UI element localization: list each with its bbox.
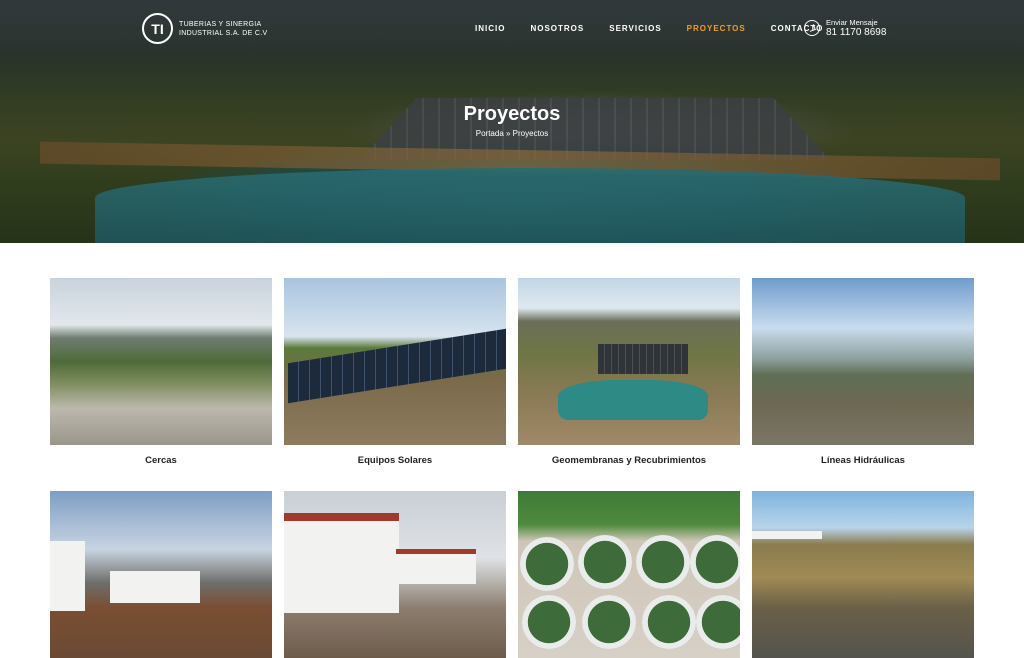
whatsapp-contact[interactable]: Enviar Mensaje 81 1170 8698	[804, 18, 886, 38]
hero-pond	[95, 168, 965, 243]
whatsapp-text: Enviar Mensaje 81 1170 8698	[826, 18, 886, 38]
project-card-geomembranas[interactable]: Geomembranas y Recubrimientos	[518, 278, 740, 466]
project-card-lineas-hidraulicas[interactable]: Líneas Hidráulicas	[752, 278, 974, 466]
tank-shape	[522, 595, 576, 649]
whatsapp-icon	[804, 20, 820, 36]
brand-name: TUBERIAS Y SINERGIA INDUSTRIAL S.A. DE C…	[179, 20, 269, 38]
house-shape	[284, 513, 399, 613]
project-image-8[interactable]	[752, 491, 974, 658]
project-card-8[interactable]	[752, 491, 974, 658]
menu-item-inicio[interactable]: INICIO	[475, 24, 505, 33]
menu-item-nosotros[interactable]: NOSOTROS	[530, 24, 584, 33]
tank-shape	[642, 595, 696, 649]
whatsapp-number: 81 1170 8698	[826, 27, 887, 38]
tank-shape	[636, 535, 690, 589]
main-menu: INICIO NOSOTROS SERVICIOS PROYECTOS CONT…	[475, 24, 848, 33]
tank-shape	[696, 595, 740, 649]
project-image-6[interactable]	[284, 491, 506, 658]
tank-shape	[690, 535, 740, 589]
geomembrane-liner	[598, 344, 688, 374]
logo-icon: TI	[142, 13, 173, 44]
project-card-equipos-solares[interactable]: Equipos Solares	[284, 278, 506, 466]
project-card-5[interactable]	[50, 491, 272, 658]
project-caption[interactable]: Geomembranas y Recubrimientos	[518, 455, 740, 466]
tank-shape	[520, 537, 574, 591]
project-card-cercas[interactable]: Cercas	[50, 278, 272, 466]
canopy-shape	[752, 531, 822, 539]
hero-banner: TI TUBERIAS Y SINERGIA INDUSTRIAL S.A. D…	[0, 0, 1024, 243]
project-card-7[interactable]	[518, 491, 740, 658]
project-caption[interactable]: Cercas	[50, 455, 272, 466]
menu-item-servicios[interactable]: SERVICIOS	[609, 24, 661, 33]
brand-name-line1: TUBERIAS Y SINERGIA	[179, 20, 262, 28]
tank-shape	[578, 535, 632, 589]
project-image-lineas-hidraulicas[interactable]	[752, 278, 974, 445]
project-image-7[interactable]	[518, 491, 740, 658]
brand-logo[interactable]: TI TUBERIAS Y SINERGIA INDUSTRIAL S.A. D…	[142, 13, 269, 44]
solar-panels	[288, 328, 506, 404]
project-image-5[interactable]	[50, 491, 272, 658]
project-image-cercas[interactable]	[50, 278, 272, 445]
project-caption[interactable]: Equipos Solares	[284, 455, 506, 466]
page-title: Proyectos	[463, 103, 561, 125]
project-card-6[interactable]	[284, 491, 506, 658]
project-image-geomembranas[interactable]	[518, 278, 740, 445]
menu-item-proyectos[interactable]: PROYECTOS	[687, 24, 746, 33]
project-image-equipos-solares[interactable]	[284, 278, 506, 445]
breadcrumb: Portada » Proyectos	[475, 129, 549, 138]
top-navbar: TI TUBERIAS Y SINERGIA INDUSTRIAL S.A. D…	[0, 0, 1024, 58]
house-shape	[396, 549, 476, 584]
house-shape	[50, 541, 85, 611]
brand-name-line2: INDUSTRIAL S.A. DE C.V	[179, 29, 268, 37]
whatsapp-label: Enviar Mensaje	[826, 18, 878, 27]
project-caption[interactable]: Líneas Hidráulicas	[752, 455, 974, 466]
geomembrane-pond	[558, 380, 708, 420]
tank-shape	[582, 595, 636, 649]
house-shape	[110, 571, 200, 603]
